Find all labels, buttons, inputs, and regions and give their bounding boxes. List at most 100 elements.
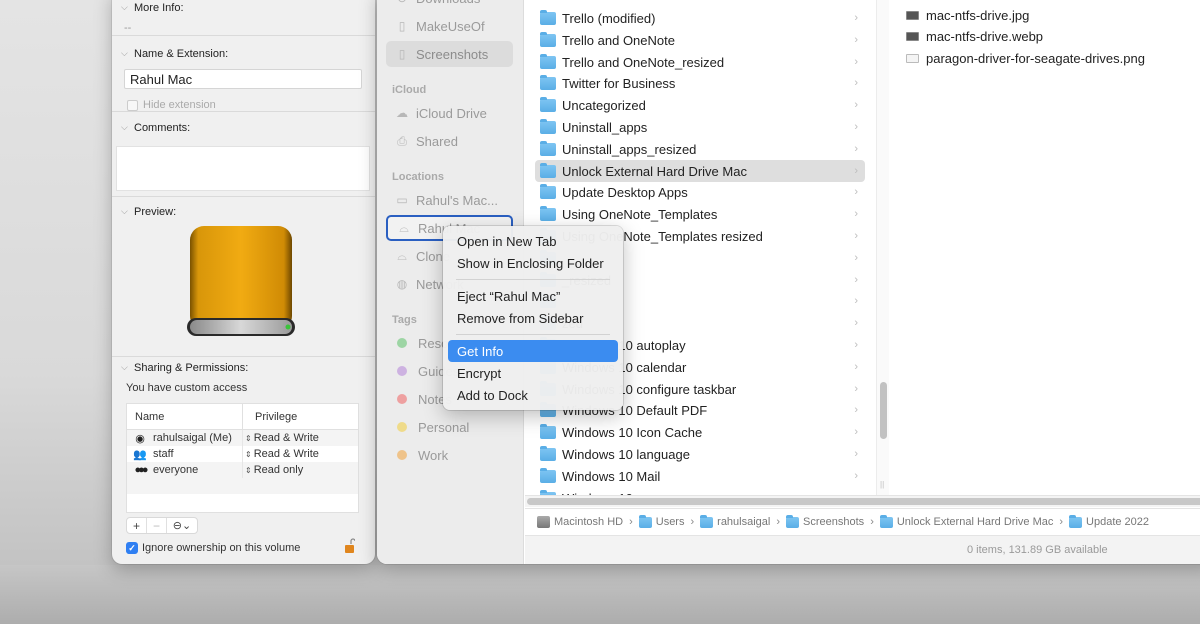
file-item[interactable]: paragon-driver-for-seagate-drives.png: [906, 47, 1145, 69]
chevron-right-icon: ›: [854, 317, 858, 329]
status-text: 0 items, 131.89 GB available: [967, 544, 1108, 556]
column-header-name[interactable]: Name: [127, 404, 243, 429]
folder-icon: [786, 514, 800, 528]
privilege-select[interactable]: ⇕ Read only: [243, 464, 303, 476]
ignore-ownership-checkbox[interactable]: ✓ Ignore ownership on this volume: [126, 542, 300, 554]
chevron-right-icon: ›: [854, 361, 858, 373]
get-info-window: ⌵ More Info: -- ⌵ Name & Extension: Hide…: [112, 0, 375, 564]
empty-row: [127, 494, 358, 510]
path-item-screenshots[interactable]: Screenshots: [786, 514, 864, 528]
sidebar-section-tags[interactable]: Tags: [392, 314, 417, 326]
folder-row[interactable]: Windows 10 language ›: [535, 443, 865, 465]
folder-icon: [540, 74, 556, 90]
folder-row[interactable]: Update Desktop Apps ›: [535, 181, 865, 203]
path-item-rahulsaigal[interactable]: rahulsaigal: [700, 514, 770, 528]
scrollbar-thumb[interactable]: [880, 382, 887, 439]
folder-icon: [638, 514, 652, 528]
hide-extension-checkbox[interactable]: Hide extension: [127, 99, 216, 111]
sidebar-tag[interactable]: Personal: [386, 414, 513, 440]
sidebar-tag[interactable]: Work: [386, 442, 513, 468]
action-menu-button[interactable]: ⊖⌄: [167, 518, 197, 533]
menu-separator: [456, 334, 610, 335]
folder-row[interactable]: Windows 10 Mail ›: [535, 465, 865, 487]
path-item-update-2022[interactable]: Update 2022: [1069, 514, 1149, 528]
context-menu: Open in New Tab Show in Enclosing Folder…: [443, 226, 623, 410]
path-label: Unlock External Hard Drive Mac: [896, 516, 1054, 528]
sidebar-item-shared[interactable]: ⎙ Shared: [386, 128, 513, 154]
user-icon: ◉: [135, 432, 145, 445]
permission-row[interactable]: ●●● everyone ⇕ Read only: [127, 462, 358, 478]
column-header-privilege[interactable]: Privilege: [243, 404, 297, 429]
file-item[interactable]: mac-ntfs-drive.jpg: [906, 4, 1029, 26]
column-scrollbar[interactable]: ||: [876, 0, 889, 495]
sidebar-item-makeuseof[interactable]: ▯ MakeUseOf: [386, 13, 513, 39]
folder-row[interactable]: Trello and OneNote ›: [535, 29, 865, 51]
name-field[interactable]: [124, 69, 362, 89]
chevron-right-icon: ›: [854, 426, 858, 438]
sidebar-item-downloads[interactable]: ⊙ Downloads: [386, 0, 513, 11]
path-bar: Macintosh HD › Users › rahulsaigal › Scr…: [525, 508, 1200, 536]
folder-row[interactable]: Using OneNote_Templates ›: [535, 203, 865, 225]
menu-separator: [456, 279, 610, 280]
permission-row[interactable]: 👥 staff ⇕ Read & Write: [127, 446, 358, 462]
horizontal-scrollbar[interactable]: [525, 495, 1200, 507]
comments-toggle[interactable]: ⌵ Comments:: [121, 122, 190, 135]
folder-icon: [540, 9, 556, 25]
path-item-unlock-external[interactable]: Unlock External Hard Drive Mac: [879, 514, 1054, 528]
chevron-down-icon: ⌵: [121, 1, 128, 12]
path-item-macintosh-hd[interactable]: Macintosh HD: [537, 516, 623, 528]
add-user-button[interactable]: +: [127, 518, 147, 533]
menu-item-open-in-new-tab[interactable]: Open in New Tab: [448, 230, 618, 252]
more-info-toggle[interactable]: ⌵ More Info:: [121, 1, 184, 15]
folder-icon: ▯: [398, 47, 406, 61]
folder-icon: [540, 31, 556, 47]
folder-row[interactable]: Unlock External Hard Drive Mac ›: [535, 160, 865, 182]
access-text: You have custom access: [126, 382, 248, 394]
sidebar-item-rahuls-mac[interactable]: ▭ Rahul's Mac...: [386, 187, 513, 213]
scrollbar-thumb[interactable]: [527, 498, 1200, 505]
updown-icon: ⇕: [245, 449, 252, 459]
unlocked-lock-icon[interactable]: [345, 538, 355, 554]
column-resize-handle[interactable]: ||: [880, 480, 884, 489]
menu-item-remove-from-sidebar[interactable]: Remove from Sidebar: [448, 307, 618, 329]
sidebar-section-locations[interactable]: Locations: [392, 171, 444, 183]
menu-item-get-info[interactable]: Get Info: [448, 340, 618, 362]
chevron-right-icon: ›: [854, 12, 858, 24]
group-icon: 👥: [133, 448, 147, 461]
remove-user-button[interactable]: −: [147, 518, 167, 533]
folder-row[interactable]: Trello and OneNote_resized ›: [535, 51, 865, 73]
folder-row[interactable]: Uncategorized ›: [535, 94, 865, 116]
path-item-users[interactable]: Users: [638, 514, 684, 528]
updown-icon: ⇕: [245, 465, 252, 475]
folder-name: Using OneNote_Templates: [562, 206, 718, 222]
folder-name: Uncategorized: [562, 97, 646, 113]
sharing-toggle[interactable]: ⌵ Sharing & Permissions:: [121, 362, 248, 375]
sidebar-item-icloud-drive[interactable]: ☁ iCloud Drive: [386, 100, 513, 126]
chevron-right-icon: ›: [854, 121, 858, 133]
menu-item-add-to-dock[interactable]: Add to Dock: [448, 384, 618, 406]
folder-icon: [540, 467, 556, 483]
privilege-select[interactable]: ⇕ Read & Write: [243, 432, 319, 444]
menu-item-eject[interactable]: Eject “Rahul Mac”: [448, 285, 618, 307]
folder-icon: ▯: [398, 19, 406, 33]
folder-name: Uninstall_apps: [562, 119, 648, 135]
folder-row[interactable]: Uninstall_apps_resized ›: [535, 138, 865, 160]
sidebar-item-label: Screenshots: [416, 46, 489, 62]
folder-icon: [540, 118, 556, 134]
folder-name: Windows 10 language: [562, 446, 690, 462]
file-item[interactable]: mac-ntfs-drive.webp: [906, 25, 1043, 47]
privilege-select[interactable]: ⇕ Read & Write: [243, 448, 319, 460]
comments-field[interactable]: [116, 146, 370, 191]
permission-row[interactable]: ◉ rahulsaigal (Me) ⇕ Read & Write: [127, 430, 358, 446]
folder-row[interactable]: Twitter for Business ›: [535, 72, 865, 94]
sidebar-item-screenshots[interactable]: ▯ Screenshots: [386, 41, 513, 67]
menu-item-encrypt[interactable]: Encrypt: [448, 362, 618, 384]
folder-row[interactable]: Trello (modified) ›: [535, 7, 865, 29]
preview-toggle[interactable]: ⌵ Preview:: [121, 206, 176, 219]
sidebar-section-icloud[interactable]: iCloud: [392, 84, 426, 96]
name-extension-toggle[interactable]: ⌵ Name & Extension:: [121, 48, 228, 61]
menu-item-show-in-enclosing-folder[interactable]: Show in Enclosing Folder: [448, 252, 618, 274]
folder-row[interactable]: Uninstall_apps ›: [535, 116, 865, 138]
chevron-right-icon: ›: [854, 383, 858, 395]
folder-row[interactable]: Windows 10 Icon Cache ›: [535, 421, 865, 443]
